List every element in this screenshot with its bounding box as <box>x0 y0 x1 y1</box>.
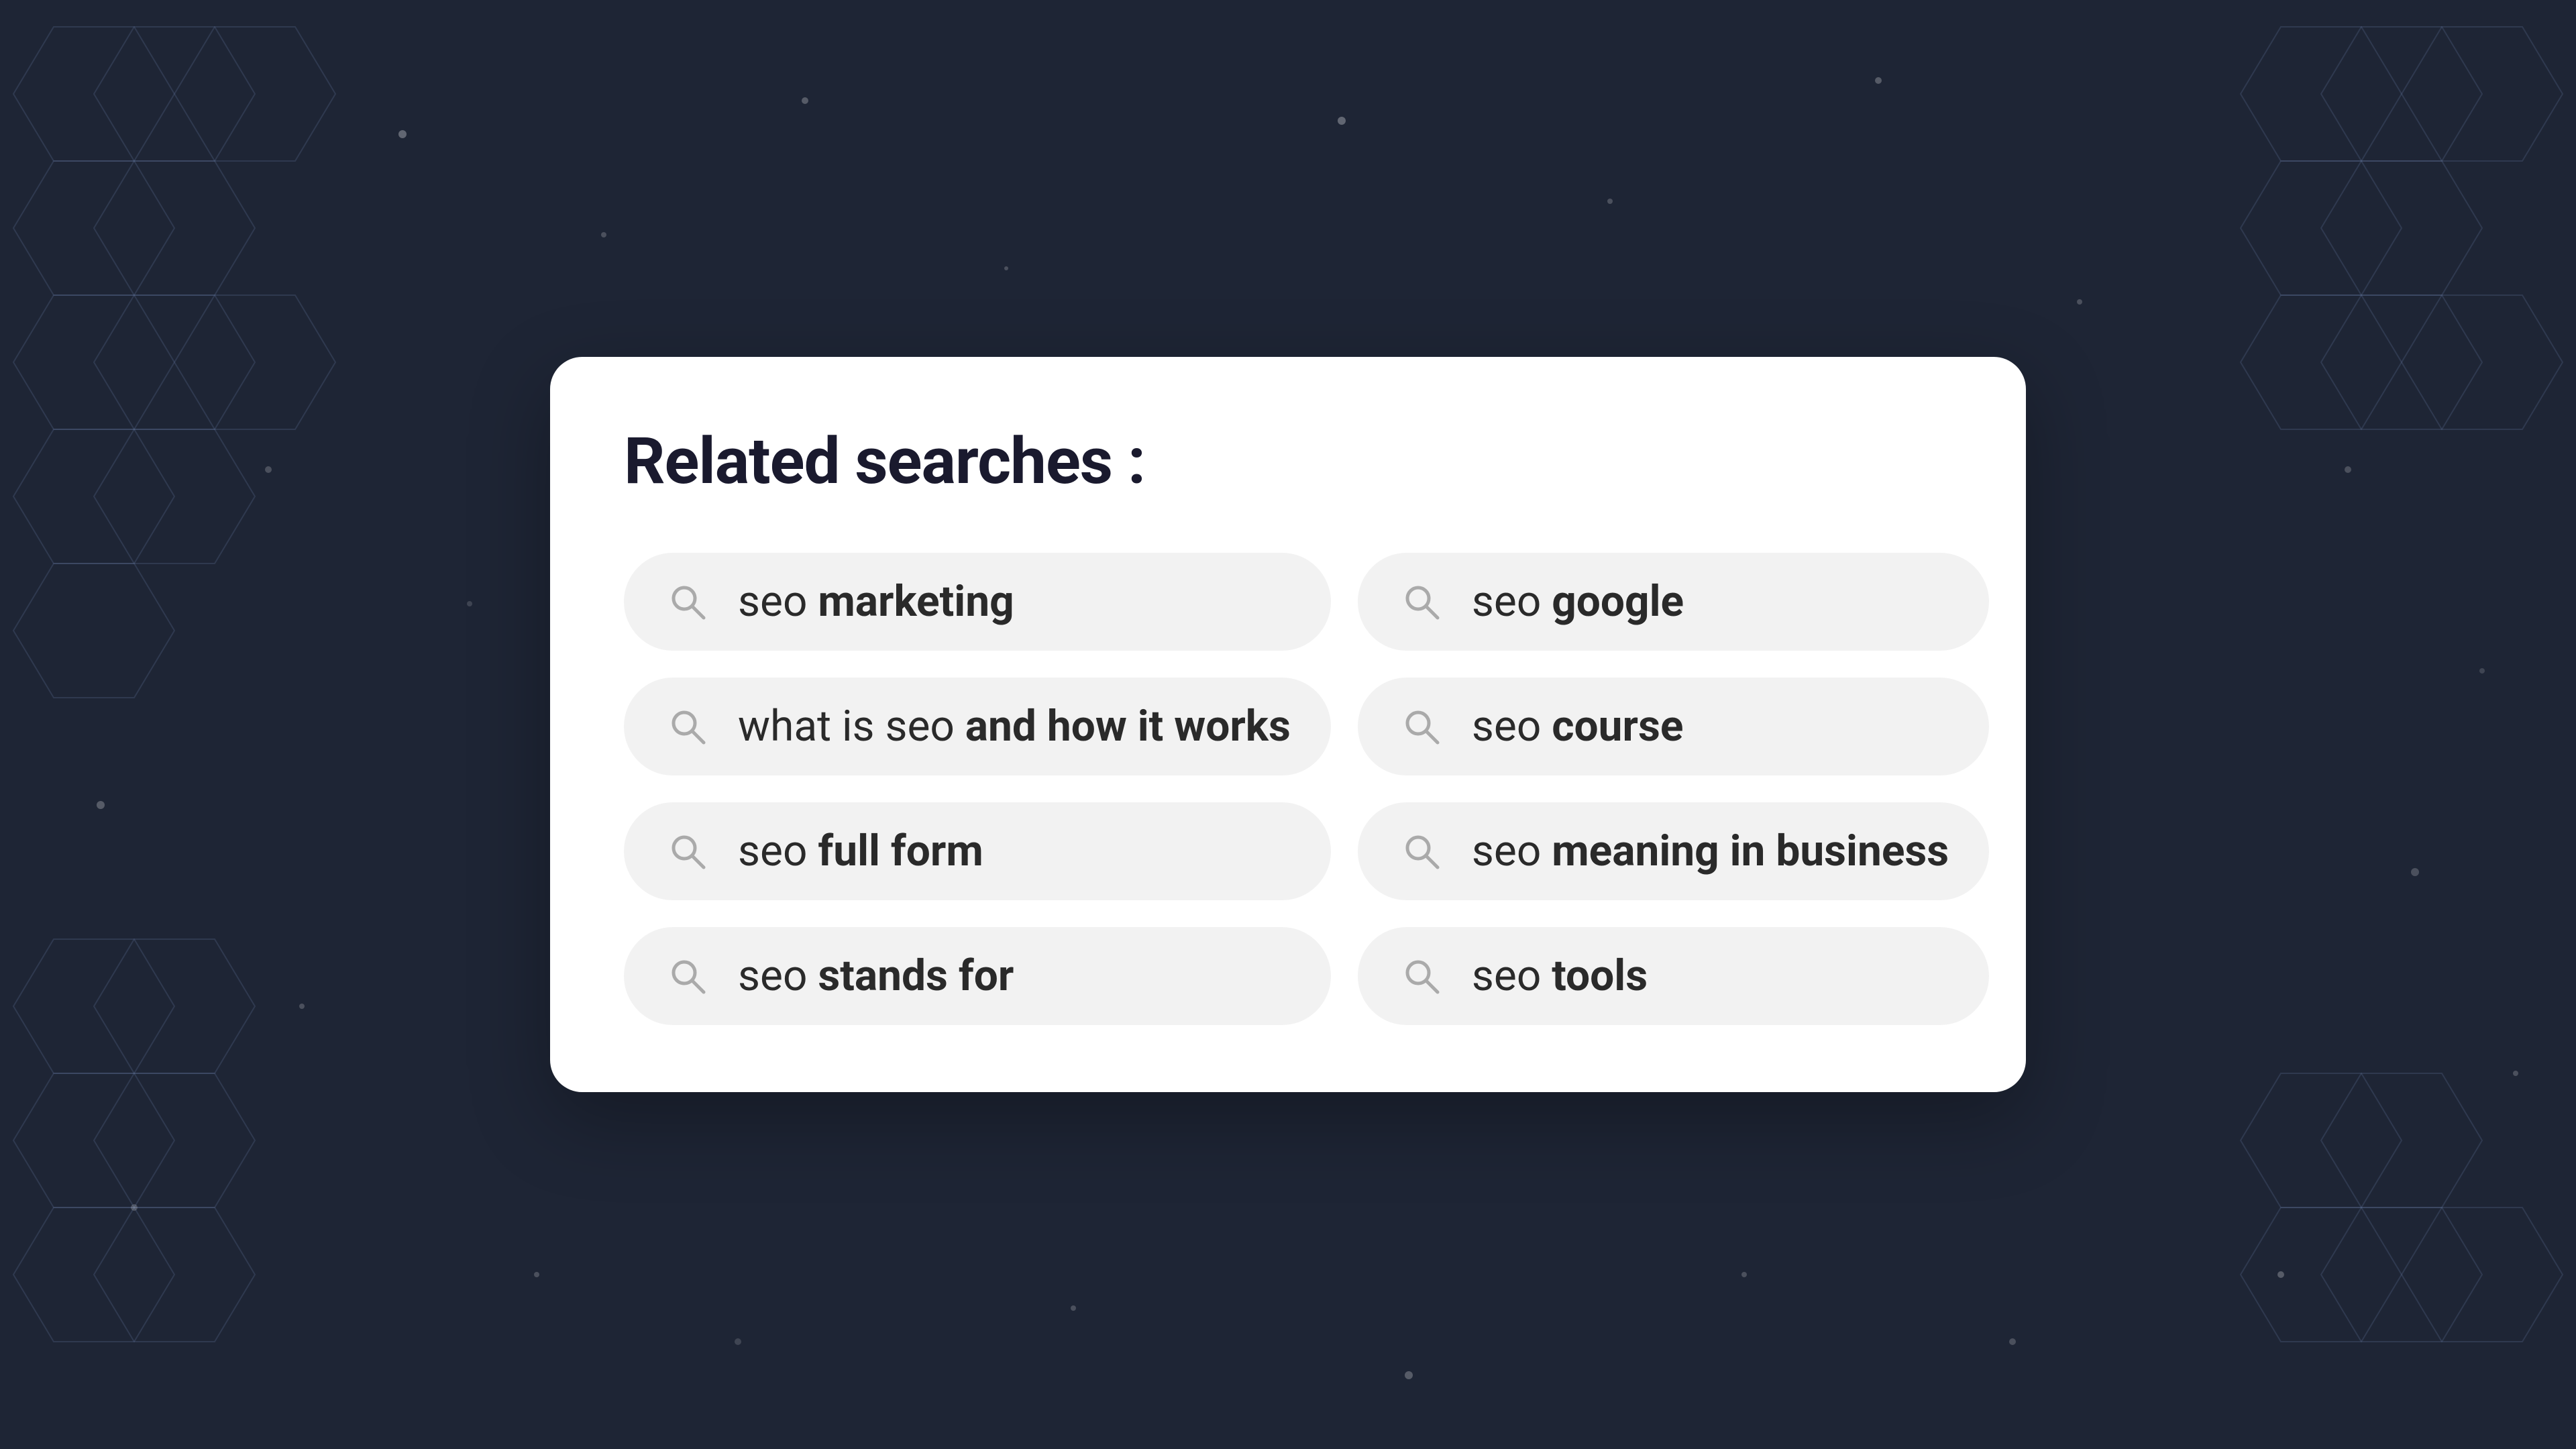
search-text-seo-full-form: seo full form <box>738 830 983 873</box>
search-icon <box>1398 828 1445 875</box>
search-item-what-is-seo[interactable]: what is seo and how it works <box>624 678 1331 775</box>
search-item-seo-full-form[interactable]: seo full form <box>624 802 1331 900</box>
search-text-seo-marketing: seo marketing <box>738 580 1014 623</box>
search-text-seo-google: seo google <box>1472 580 1684 623</box>
search-item-seo-course[interactable]: seo course <box>1358 678 1989 775</box>
search-icon <box>664 828 711 875</box>
search-text-seo-course: seo course <box>1472 705 1684 748</box>
search-item-seo-marketing[interactable]: seo marketing <box>624 553 1331 651</box>
card-title: Related searches : <box>624 424 1952 499</box>
related-searches-card: Related searches : seo marketing seo goo… <box>550 357 2026 1092</box>
search-icon <box>1398 953 1445 1000</box>
search-icon <box>664 953 711 1000</box>
search-item-seo-google[interactable]: seo google <box>1358 553 1989 651</box>
search-text-seo-meaning: seo meaning in business <box>1472 830 1949 873</box>
search-item-seo-tools[interactable]: seo tools <box>1358 927 1989 1025</box>
search-icon <box>1398 578 1445 625</box>
search-icon <box>664 578 711 625</box>
search-item-seo-meaning[interactable]: seo meaning in business <box>1358 802 1989 900</box>
search-text-seo-stands-for: seo stands for <box>738 955 1014 998</box>
search-icon <box>1398 703 1445 750</box>
search-item-seo-stands-for[interactable]: seo stands for <box>624 927 1331 1025</box>
search-text-seo-tools: seo tools <box>1472 955 1648 998</box>
search-text-what-is-seo: what is seo and how it works <box>738 705 1291 748</box>
search-icon <box>664 703 711 750</box>
searches-grid: seo marketing seo google what is seo and… <box>624 553 1952 1025</box>
